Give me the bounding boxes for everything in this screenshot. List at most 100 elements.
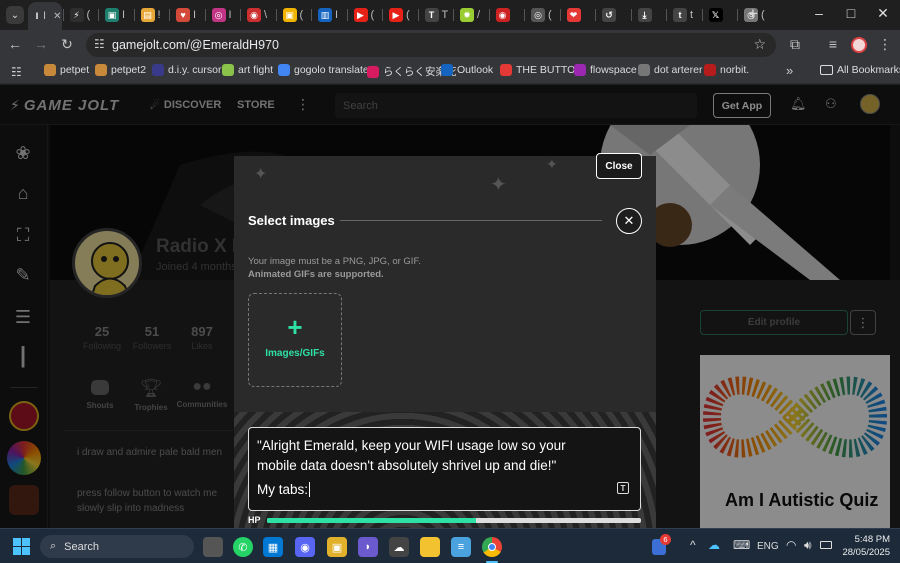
tab-title: I (228, 9, 232, 21)
modal-close-button[interactable]: Close (596, 153, 642, 179)
extension-icon[interactable]: ⧉ (786, 36, 804, 53)
bookmark-label: Outlook (457, 64, 494, 76)
whatsapp-icon[interactable]: ✆ (233, 537, 253, 557)
bookmark-item[interactable]: gogolo translate (278, 64, 369, 76)
bookmark-item[interactable]: art fight (222, 64, 273, 76)
wifi-icon[interactable]: ◠ (786, 538, 796, 552)
bookmark-item[interactable]: petpet (44, 64, 89, 76)
history-icon: ↺ (602, 8, 616, 22)
address-bar[interactable]: ☷ gamejolt.com/@EmeraldH970 ☆ (86, 33, 776, 57)
bookmark-label: gogolo translate (294, 64, 369, 76)
chrome-icon[interactable] (482, 537, 502, 557)
file-explorer-icon[interactable] (420, 537, 440, 557)
forward-arrow-icon[interactable]: → (32, 36, 50, 52)
microsoft-store-icon[interactable]: ▦ (263, 537, 283, 557)
bookmark-favicon-icon (638, 64, 650, 76)
chevron-down-icon: ⌄ (10, 9, 20, 21)
new-tab-button[interactable]: + (748, 4, 758, 24)
browser-tab[interactable]: ◉ (490, 4, 524, 26)
minimize-button[interactable]: – (804, 5, 834, 21)
tray-overflow-icon[interactable]: ^ (690, 538, 696, 552)
taskbar-clock[interactable]: 5:48 PM 28/05/2025 (840, 533, 890, 559)
all-bookmarks-button[interactable]: All Bookmarks (820, 64, 900, 76)
back-arrow-icon[interactable]: ← (6, 36, 24, 52)
site-info-icon[interactable]: ☷ (94, 37, 105, 51)
text-box-icon[interactable]: T (617, 482, 629, 494)
keyboard-icon[interactable]: ⌨ (733, 538, 750, 552)
tab-separator (453, 9, 454, 21)
browser-tab[interactable]: ▣ I (99, 4, 133, 26)
gamejolt-icon: I (34, 9, 41, 23)
tab-app-icon: ♥ (176, 8, 190, 22)
taskbar-app-icon[interactable]: ▣ (327, 537, 347, 557)
task-view-icon[interactable] (203, 537, 223, 557)
bookmark-favicon-icon (704, 64, 716, 76)
bookmark-label: petpet2 (111, 64, 147, 76)
browser-tab[interactable]: ❤ (561, 4, 595, 26)
bookmark-star-icon[interactable]: ☆ (753, 36, 766, 53)
tab-search-button[interactable]: ⌄ (6, 6, 24, 24)
browser-tab[interactable]: ◎ I (206, 4, 240, 26)
profile-avatar[interactable] (851, 37, 867, 53)
taskbar-app-icon-2[interactable]: ◗ (358, 537, 378, 557)
hp-bar (267, 518, 641, 523)
taskbar-app-icon-3[interactable]: ☁ (389, 537, 409, 557)
bookmark-favicon-icon (152, 64, 164, 76)
text-cursor (309, 482, 311, 497)
dialogue-text: "Alright Emerald, keep your WIFI usage l… (257, 438, 566, 473)
tab-separator (559, 9, 561, 21)
more-bookmarks-button[interactable]: » (786, 63, 793, 78)
bookmark-item[interactable]: dot arterer (638, 64, 702, 76)
browser-toolbar: ← → ↻ ☷ gamejolt.com/@EmeraldH970 ☆ ⧉ ≡ … (0, 30, 900, 60)
bookmark-item[interactable]: petpet2 (95, 64, 146, 76)
browser-tab[interactable]: ✹ / (454, 4, 488, 26)
browser-tab[interactable]: tt (667, 4, 701, 26)
dialogue-input[interactable]: My tabs: (257, 482, 311, 497)
browser-menu-icon[interactable]: ⋮ (876, 36, 894, 53)
browser-tab[interactable]: ♥ I (170, 4, 204, 26)
modal-close-icon[interactable]: ✕ (616, 208, 642, 234)
tab-close-icon[interactable]: ✕ (53, 11, 61, 22)
notepad-icon[interactable]: ≡ (451, 537, 471, 557)
browser-tab[interactable]: TT (419, 4, 453, 26)
browser-tab[interactable]: ◎( (525, 4, 559, 26)
volume-icon[interactable]: 🔊︎ (804, 538, 812, 553)
browser-tab[interactable]: ▶( (348, 4, 382, 26)
onedrive-icon[interactable]: ☁ (708, 538, 720, 552)
browser-tab[interactable]: ▤! (135, 4, 169, 26)
browser-tab[interactable]: I I ✕ (28, 2, 62, 30)
browser-tab[interactable]: ⚡( (64, 4, 98, 26)
bookmark-item[interactable]: THE BUTTON (500, 64, 583, 76)
youtube-icon: ▶ (389, 8, 403, 22)
browser-tab[interactable]: ◉ \ (241, 4, 275, 26)
language-indicator[interactable]: ENG (757, 541, 779, 552)
url-text: gamejolt.com/@EmeraldH970 (112, 38, 279, 52)
browser-tab[interactable]: ▣( (277, 4, 311, 26)
upload-images-button[interactable]: + Images/GIFs (248, 293, 342, 387)
tab-title: ( (86, 9, 91, 21)
maximize-button[interactable]: □ (836, 5, 866, 21)
browser-tab[interactable]: ▥ I (312, 4, 346, 26)
apps-grid-icon[interactable]: ☷ (11, 65, 22, 79)
tab-title: ( (548, 9, 552, 21)
window-close-button[interactable]: ✕ (868, 5, 898, 22)
media-control-icon[interactable]: ≡ (824, 36, 842, 52)
browser-tab[interactable]: ⤓ (632, 4, 666, 26)
tab-separator (169, 9, 170, 21)
tab-separator (524, 9, 525, 21)
bookmark-item[interactable]: d.i.y. cursor (152, 64, 221, 76)
discord-icon[interactable]: ◉ (295, 537, 315, 557)
taskbar-search-box[interactable]: ⌕ Search (40, 535, 194, 558)
bookmark-item[interactable]: flowspace (574, 64, 637, 76)
reload-icon[interactable]: ↻ (58, 36, 76, 53)
windows-start-icon[interactable] (13, 538, 30, 555)
tab-title: \ (264, 9, 268, 21)
browser-tab[interactable]: ▶( (383, 4, 417, 26)
browser-tab[interactable]: ↺ (596, 4, 630, 26)
tab-separator (204, 9, 206, 21)
battery-icon[interactable] (820, 541, 832, 549)
bookmark-label: petpet (60, 64, 90, 76)
bookmark-item[interactable]: norbit. (704, 64, 749, 76)
bookmark-item[interactable]: Outlook (441, 64, 493, 76)
browser-tab[interactable]: 𝕏 (703, 4, 737, 26)
